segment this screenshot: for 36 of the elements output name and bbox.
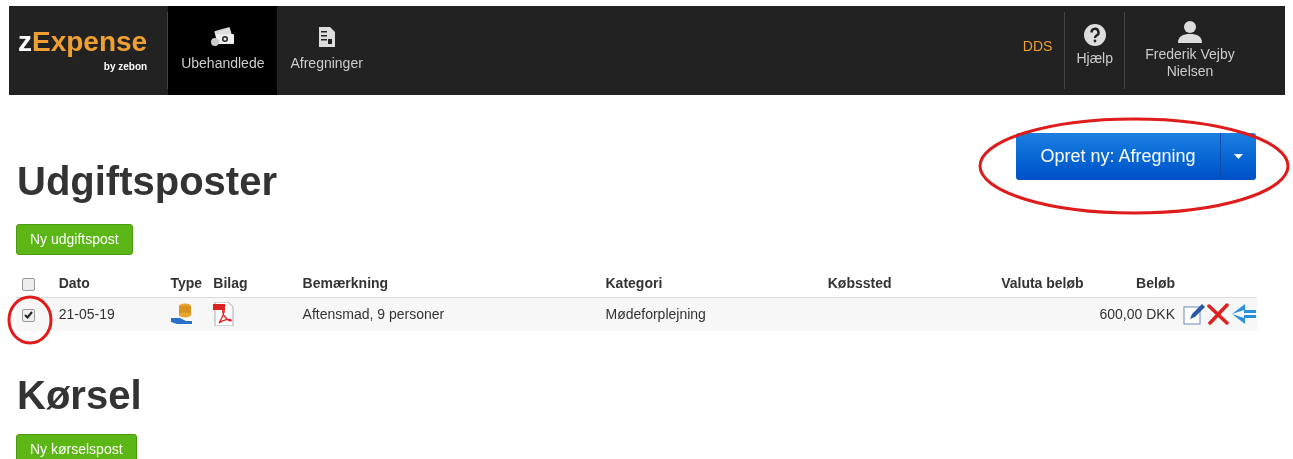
nav-tab[interactable]: Ubehandlede xyxy=(168,6,278,95)
section-heading: Udgiftsposter xyxy=(17,161,277,201)
document-icon xyxy=(318,27,335,47)
edit-icon[interactable] xyxy=(1183,303,1205,326)
column-header: Valuta beløb xyxy=(1001,275,1084,292)
caret-icon xyxy=(1234,154,1243,159)
help-link[interactable]: Hjælp xyxy=(1065,0,1124,95)
logo-byline: by zebon xyxy=(103,59,148,74)
delete-icon[interactable] xyxy=(1207,303,1229,326)
column-header: Type xyxy=(170,275,203,292)
checkbox[interactable] xyxy=(22,278,35,292)
column-header: Dato xyxy=(58,275,90,292)
column-header: Kategori xyxy=(605,275,663,292)
column-header: Beløb xyxy=(1136,275,1175,292)
user-icon xyxy=(1178,21,1202,43)
pdf-file-icon xyxy=(213,302,236,327)
column-header: Bilag xyxy=(213,275,248,292)
help-icon xyxy=(1083,24,1106,46)
table-cell: 21-05-19 xyxy=(58,305,115,322)
highlight-ellipse xyxy=(6,295,54,345)
company-name: DDS xyxy=(1021,37,1054,56)
column-header: Købssted xyxy=(827,275,892,292)
logo-text[interactable]: zExpense xyxy=(18,27,148,56)
user-menu[interactable]: Frederik Vejby Nielsen xyxy=(1125,6,1255,95)
coins-hand-icon xyxy=(170,303,195,326)
create-button[interactable]: Opret ny: Afregning xyxy=(1016,133,1220,180)
checkbox[interactable] xyxy=(22,308,35,322)
share-icon[interactable] xyxy=(1231,302,1257,327)
table-cell: Aftensmad, 9 personer xyxy=(302,305,445,322)
column-header: Bemærkning xyxy=(302,275,389,292)
section-heading: Kørsel xyxy=(17,375,143,415)
table-cell: 600,00 DKK xyxy=(1099,305,1175,322)
table-cell: Mødeforplejning xyxy=(605,305,706,322)
nav-tab[interactable]: Afregninger xyxy=(277,6,376,95)
money-icon xyxy=(210,27,235,47)
dropdown-toggle[interactable] xyxy=(1220,133,1256,180)
